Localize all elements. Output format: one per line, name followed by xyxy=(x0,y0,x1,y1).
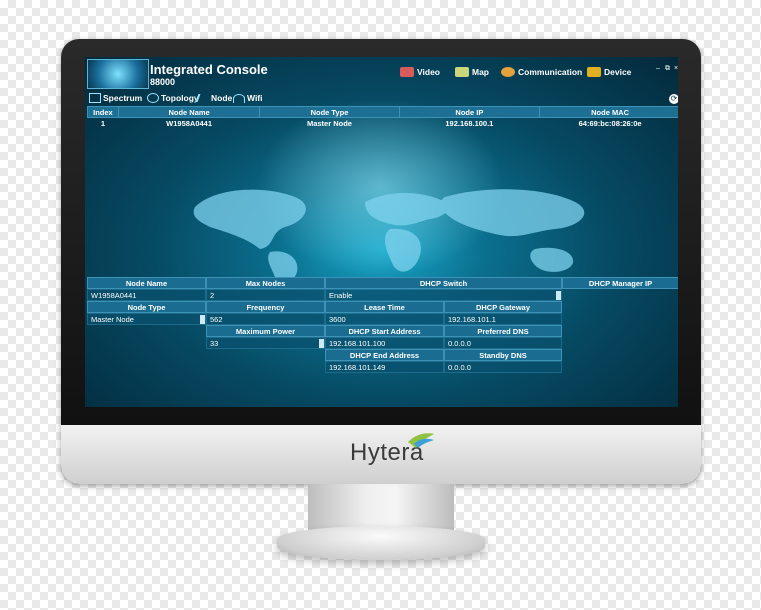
node-type-select[interactable]: Master Node xyxy=(87,313,206,325)
app-title: Integrated Console xyxy=(150,62,268,77)
chevron-down-icon[interactable] xyxy=(556,291,561,300)
node-table: Index Node Name Node Type Node IP Node M… xyxy=(87,106,678,129)
app-logo-thumbnail xyxy=(87,59,149,89)
dhcp-gateway-input[interactable]: 192.168.101.1 xyxy=(444,313,562,325)
row-node-name: W1958A0441 xyxy=(166,119,213,128)
tab-node[interactable]: Node xyxy=(195,93,232,103)
node-icon xyxy=(195,94,211,102)
nav-video[interactable]: Video xyxy=(400,67,440,77)
dhcp-switch-label: DHCP Switch xyxy=(325,277,562,289)
chevron-down-icon[interactable] xyxy=(200,315,205,324)
refresh-icon[interactable]: ⟳ xyxy=(669,94,678,104)
column-header-node-type[interactable]: Node Type xyxy=(259,106,400,118)
monitor-stand-neck xyxy=(308,484,454,530)
lease-time-label: Lease Time xyxy=(325,301,444,313)
node-name-label: Node Name xyxy=(87,277,206,289)
nav-map[interactable]: Map xyxy=(455,67,489,77)
row-index: 1 xyxy=(100,119,105,128)
dhcp-start-input[interactable]: 192.168.101.100 xyxy=(325,337,444,349)
tab-wifi[interactable]: Wifi xyxy=(233,93,263,103)
nav-communication[interactable]: Communication xyxy=(501,67,582,77)
max-nodes-input[interactable]: 2 xyxy=(206,289,325,301)
standby-dns-input[interactable]: 0.0.0.0 xyxy=(444,361,562,373)
tab-spectrum[interactable]: Spectrum xyxy=(89,93,142,103)
lease-time-input[interactable]: 3600 xyxy=(325,313,444,325)
dhcp-gateway-label: DHCP Gateway xyxy=(444,301,562,313)
dhcp-switch-select[interactable]: Enable xyxy=(325,289,562,301)
nav-device[interactable]: Device xyxy=(587,67,631,77)
dhcp-end-input[interactable]: 192.168.101.149 xyxy=(325,361,444,373)
preferred-dns-label: Preferred DNS xyxy=(444,325,562,337)
max-power-select[interactable]: 33 xyxy=(206,337,325,349)
monitor-stand-foot xyxy=(277,526,485,560)
close-button[interactable]: × xyxy=(674,65,678,72)
node-name-input[interactable]: W1958A0441 xyxy=(87,289,206,301)
minimize-button[interactable]: – xyxy=(656,65,660,72)
restore-button[interactable]: ⧉ xyxy=(665,65,670,73)
dhcp-end-label: DHCP End Address xyxy=(325,349,444,361)
map-icon xyxy=(455,67,469,77)
row-node-mac: 64:69:bc:08:26:0e xyxy=(578,119,642,128)
standby-dns-label: Standby DNS xyxy=(444,349,562,361)
topology-icon xyxy=(147,93,159,103)
column-header-index[interactable]: Index xyxy=(87,106,119,118)
node-type-label: Node Type xyxy=(87,301,206,313)
frequency-input[interactable]: 562 xyxy=(206,313,325,325)
preferred-dns-input[interactable]: 0.0.0.0 xyxy=(444,337,562,349)
dhcp-manager-ip-label: DHCP Manager IP xyxy=(562,277,678,289)
video-icon xyxy=(400,67,414,77)
brand-wing-icon xyxy=(408,433,434,448)
max-power-label: Maximum Power xyxy=(206,325,325,337)
column-header-node-ip[interactable]: Node IP xyxy=(398,106,541,118)
console-screen: Integrated Console 88000 Video Map Commu… xyxy=(85,57,678,407)
communication-icon xyxy=(501,67,515,77)
app-subtitle: 88000 xyxy=(150,77,176,87)
table-row[interactable]: 1 W1958A0441 Master Node 192.168.100.1 6… xyxy=(88,118,679,130)
frequency-label: Frequency xyxy=(206,301,325,313)
wifi-icon xyxy=(233,93,245,103)
row-node-type: Master Node xyxy=(306,119,352,128)
tab-topology[interactable]: Topology xyxy=(147,93,199,103)
dhcp-start-label: DHCP Start Address xyxy=(325,325,444,337)
column-header-node-name[interactable]: Node Name xyxy=(117,106,261,118)
monitor: Integrated Console 88000 Video Map Commu… xyxy=(61,39,701,484)
column-header-node-mac[interactable]: Node MAC xyxy=(539,106,678,118)
row-node-ip: 192.168.100.1 xyxy=(445,119,494,128)
world-map-graphic xyxy=(193,189,585,284)
device-icon xyxy=(587,67,601,77)
chevron-down-icon[interactable] xyxy=(319,339,324,348)
monitor-chin: Hytera xyxy=(61,425,701,484)
max-nodes-label: Max Nodes xyxy=(206,277,325,289)
spectrum-icon xyxy=(89,93,101,103)
